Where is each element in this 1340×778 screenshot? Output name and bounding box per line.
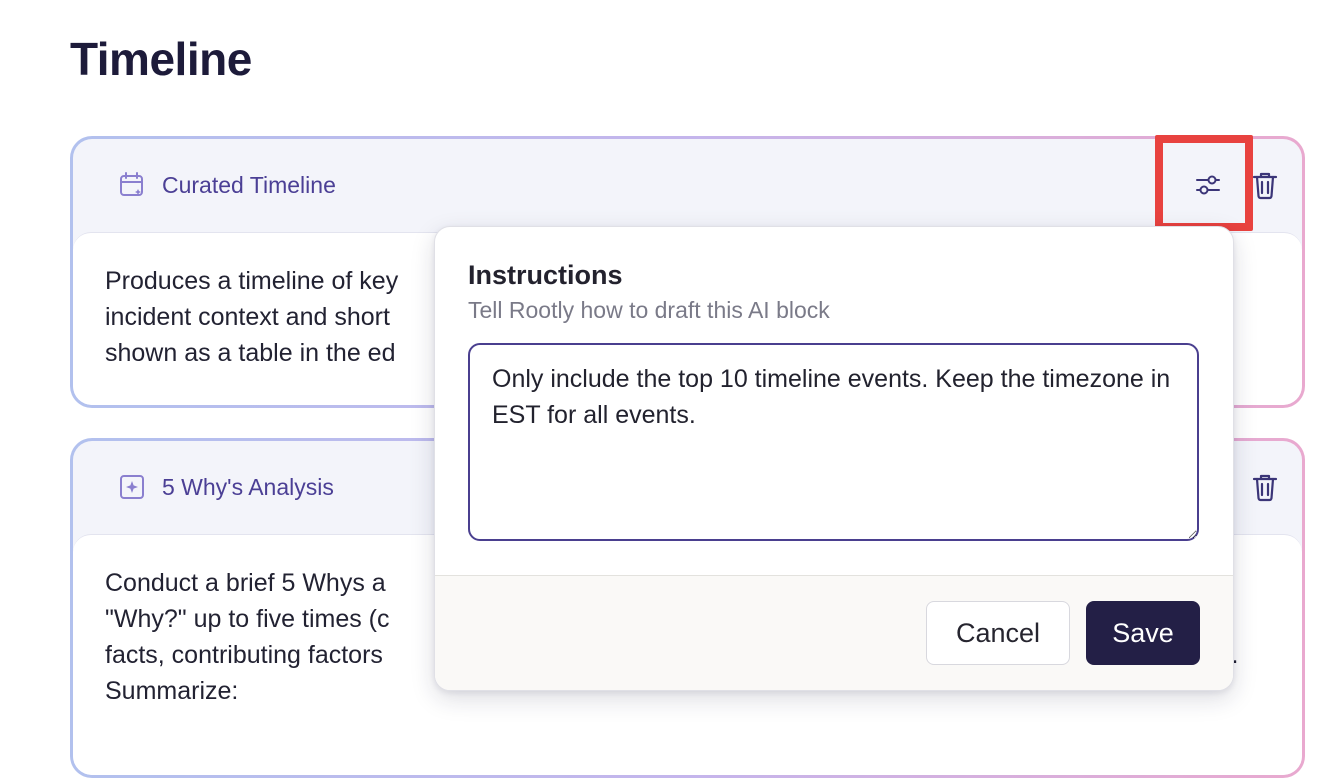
delete-block-button[interactable]	[1250, 169, 1280, 201]
calendar-sparkle-icon	[117, 170, 147, 200]
trash-icon	[1252, 474, 1278, 502]
delete-block-button[interactable]	[1250, 471, 1280, 503]
card-title: 5 Why's Analysis	[162, 474, 334, 500]
card-title: Curated Timeline	[162, 172, 336, 198]
cancel-button[interactable]: Cancel	[926, 601, 1070, 665]
popover-subtitle: Tell Rootly how to draft this AI block	[468, 297, 830, 323]
page-title: Timeline	[70, 33, 252, 85]
instructions-popover: Instructions Tell Rootly how to draft th…	[434, 226, 1234, 691]
card-header: Curated Timeline	[73, 139, 1302, 231]
save-button[interactable]: Save	[1086, 601, 1200, 665]
popover-title: Instructions	[468, 260, 623, 290]
sparkle-square-icon	[117, 472, 147, 502]
settings-highlight-box	[1155, 135, 1253, 231]
popover-footer: Cancel Save	[435, 575, 1233, 690]
instructions-textarea[interactable]: Only include the top 10 timeline events.…	[468, 343, 1199, 541]
trash-icon	[1252, 172, 1278, 200]
